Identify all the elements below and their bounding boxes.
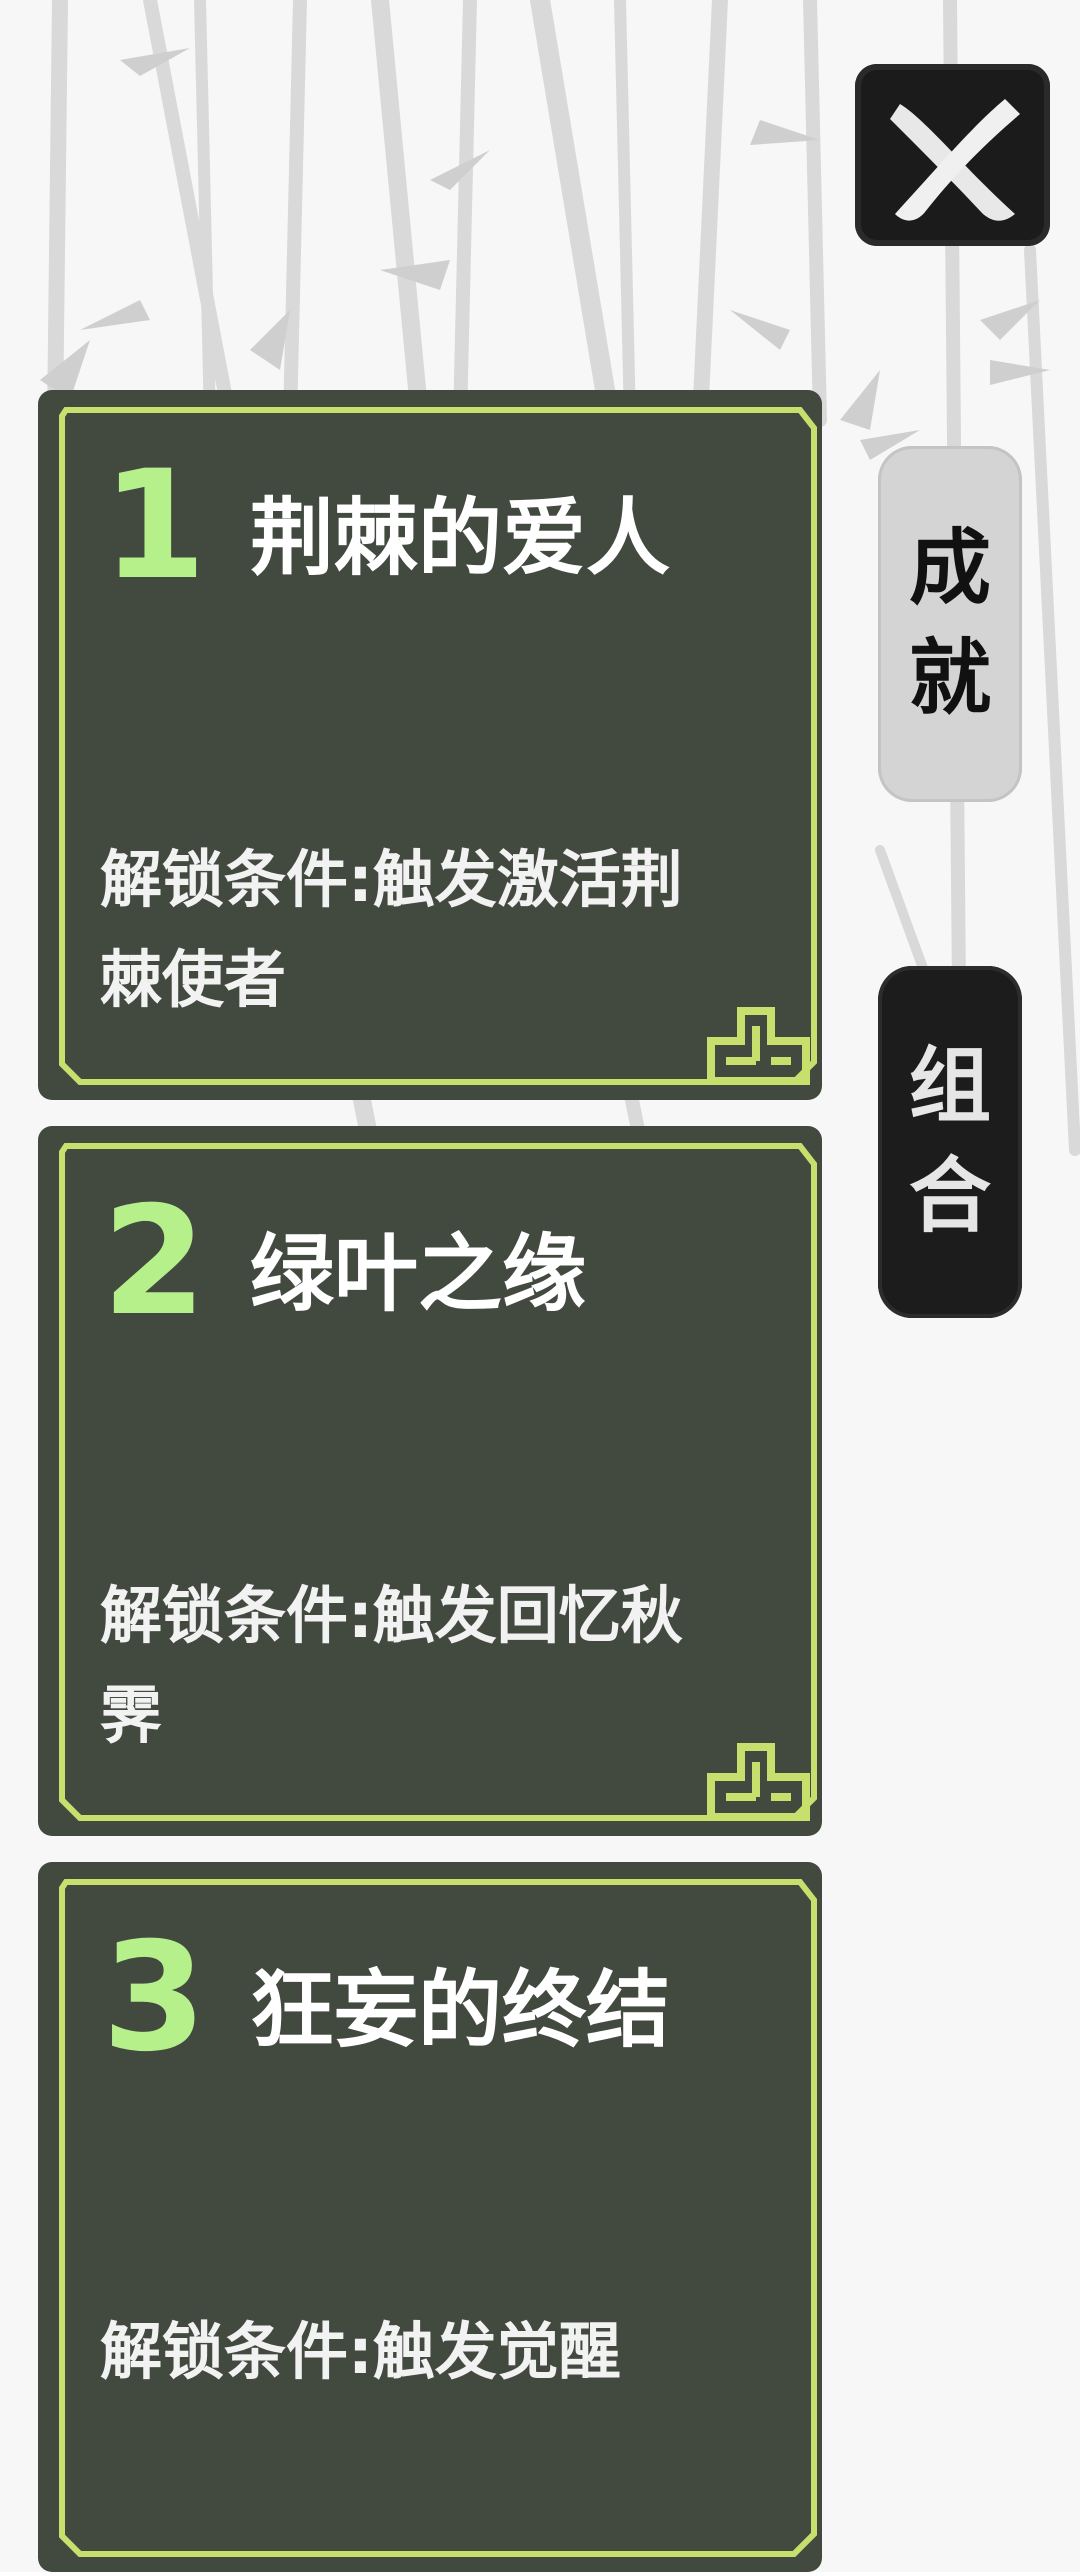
achievement-number: 3: [102, 1911, 207, 2085]
unlock-condition: 解锁条件:触发回忆秋霁: [100, 1579, 683, 1752]
unlock-condition: 解锁条件:触发激活荆棘使者: [100, 843, 683, 1016]
corner-ornament-icon: [707, 1007, 810, 1085]
achievement-title: 狂妄的终结: [250, 1961, 671, 2059]
achievement-number: 2: [102, 1175, 207, 1349]
achievement-card[interactable]: 3 狂妄的终结 解锁条件:触发觉醒: [38, 1862, 822, 2572]
tab-combination-char-1: 组: [908, 1039, 991, 1134]
tab-achievement[interactable]: 成 就: [878, 446, 1022, 802]
corner-ornament-icon: [707, 1743, 810, 1821]
close-button[interactable]: [855, 64, 1050, 246]
achievement-title: 荆棘的爱人: [250, 489, 671, 587]
tab-achievement-char-1: 成: [908, 521, 991, 616]
brush-x-icon: [890, 99, 1020, 221]
tab-combination-char-2: 合: [908, 1149, 991, 1244]
unlock-condition: 解锁条件:触发觉醒: [100, 2315, 621, 2388]
achievement-card[interactable]: 2 绿叶之缘 解锁条件:触发回忆秋霁: [38, 1126, 822, 1836]
achievement-card[interactable]: 1 荆棘的爱人 解锁条件:触发激活荆棘使者: [38, 390, 822, 1100]
achievement-number: 1: [102, 439, 207, 613]
tab-combination[interactable]: 组 合: [878, 966, 1022, 1318]
tab-achievement-char-2: 就: [908, 631, 991, 726]
achievement-title: 绿叶之缘: [250, 1225, 587, 1323]
